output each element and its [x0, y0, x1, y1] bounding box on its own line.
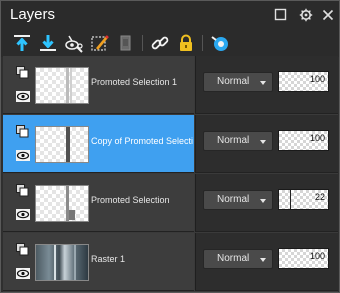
maximize-icon[interactable]	[274, 8, 288, 22]
layer-type-icon	[16, 125, 29, 138]
layer-row-properties: Normal 100	[195, 233, 338, 291]
layers-toolbar	[1, 29, 339, 57]
layer-row[interactable]: Promoted Selection 1 Normal 100	[3, 56, 338, 115]
visibility-eye-icon[interactable]	[16, 207, 30, 220]
opacity-value: 100	[309, 74, 325, 84]
blend-mode-dropdown[interactable]: Normal	[203, 131, 273, 151]
edit-selection-icon[interactable]	[89, 32, 111, 54]
opacity-value: 100	[309, 133, 325, 143]
layer-thumbnail	[35, 244, 89, 281]
layer-name: Copy of Promoted Selection	[91, 136, 193, 146]
opacity-value: 22	[314, 192, 325, 202]
layer-name: Promoted Selection 1	[91, 77, 178, 87]
merge-down-icon[interactable]	[37, 32, 59, 54]
blend-mode-dropdown[interactable]: Normal	[203, 190, 273, 210]
visibility-eye-icon[interactable]	[16, 148, 30, 161]
layer-thumbnail	[35, 185, 89, 222]
link-layers-icon[interactable]	[149, 32, 171, 54]
layer-thumbnail	[35, 126, 89, 163]
blend-mode-value: Normal	[217, 135, 250, 146]
layer-row-properties: Normal 100	[195, 115, 338, 173]
layer-row[interactable]: Promoted Selection Normal 22	[3, 174, 338, 233]
chevron-down-icon	[260, 258, 266, 262]
chevron-down-icon	[260, 81, 266, 85]
layer-name: Promoted Selection	[91, 195, 170, 205]
layer-row-main[interactable]: Promoted Selection 1	[3, 56, 194, 114]
blend-mode-value: Normal	[217, 76, 250, 87]
toolbar-separator	[202, 35, 203, 51]
opacity-slider[interactable]: 100	[278, 130, 329, 151]
visibility-eye-icon[interactable]	[16, 89, 30, 102]
layer-name: Raster 1	[91, 254, 126, 264]
layers-panel: Layers Promoted Selection 1 Normal 100 C…	[0, 0, 340, 293]
layer-type-icon	[16, 184, 29, 197]
link-visibility-icon[interactable]	[63, 32, 85, 54]
opacity-slider[interactable]: 22	[278, 189, 329, 210]
lock-transparency-icon[interactable]	[115, 32, 137, 54]
opacity-slider[interactable]: 100	[278, 248, 329, 269]
visibility-eye-icon[interactable]	[16, 266, 30, 279]
layers-list: Promoted Selection 1 Normal 100 Copy of …	[3, 56, 338, 292]
opacity-value: 100	[309, 251, 325, 261]
layer-thumbnail	[35, 67, 89, 104]
lock-layer-icon[interactable]	[175, 32, 197, 54]
layer-row-main[interactable]: Raster 1	[3, 233, 194, 291]
close-icon[interactable]	[321, 8, 335, 22]
options-icon[interactable]	[299, 8, 313, 22]
layer-type-icon	[16, 66, 29, 79]
chevron-down-icon	[260, 140, 266, 144]
toolbar-separator	[142, 35, 143, 51]
layer-row-main[interactable]: Promoted Selection	[3, 174, 194, 232]
blend-mode-dropdown[interactable]: Normal	[203, 249, 273, 269]
blend-mode-dropdown[interactable]: Normal	[203, 72, 273, 92]
layer-type-icon	[16, 243, 29, 256]
blend-mode-value: Normal	[217, 253, 250, 264]
opacity-slider[interactable]: 100	[278, 71, 329, 92]
panel-titlebar: Layers	[1, 1, 339, 29]
layer-row-properties: Normal 22	[195, 174, 338, 232]
blend-mode-value: Normal	[217, 194, 250, 205]
highlight-icon[interactable]	[209, 32, 231, 54]
opacity-marker	[290, 190, 291, 209]
layer-row[interactable]: Raster 1 Normal 100	[3, 233, 338, 292]
panel-title: Layers	[10, 6, 56, 23]
new-layer-icon[interactable]	[11, 32, 33, 54]
layer-row-properties: Normal 100	[195, 56, 338, 114]
chevron-down-icon	[260, 199, 266, 203]
layer-row-main[interactable]: Copy of Promoted Selection	[3, 115, 194, 173]
layer-row[interactable]: Copy of Promoted Selection Normal 100	[3, 115, 338, 174]
